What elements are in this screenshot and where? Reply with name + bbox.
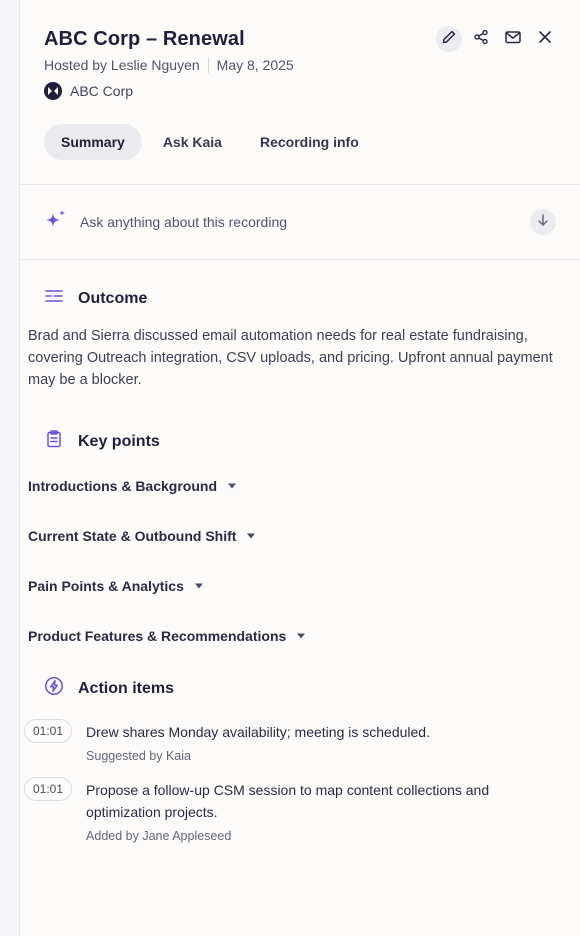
ask-submit-button[interactable]: [530, 209, 556, 235]
arrow-down-icon: [536, 213, 550, 232]
email-button[interactable]: [500, 26, 526, 52]
action-items-list: 01:01 Drew shares Monday availability; m…: [24, 719, 556, 843]
tab-ask-kaia[interactable]: Ask Kaia: [146, 124, 239, 160]
tab-summary[interactable]: Summary: [44, 124, 142, 160]
org-logo: [44, 82, 62, 100]
mail-icon: [504, 29, 522, 50]
divider-ask: [20, 259, 580, 260]
org-row: ABC Corp: [44, 82, 556, 100]
org-name[interactable]: ABC Corp: [70, 83, 133, 99]
caret-down-icon: [296, 632, 306, 640]
meta-divider: [207, 57, 209, 73]
recording-panel: ABC Corp – Renewal Hosted by Leslie Nguy…: [19, 0, 580, 936]
ask-bar: [20, 185, 580, 259]
host-label: Hosted by Leslie Nguyen: [44, 57, 200, 73]
recording-date: May 8, 2025: [216, 57, 294, 73]
action-item-body: Drew shares Monday availability; meeting…: [86, 721, 430, 763]
key-point-label: Product Features & Recommendations: [28, 628, 287, 644]
caret-down-icon: [194, 582, 204, 590]
lightning-icon: [44, 676, 64, 701]
key-point-item[interactable]: Pain Points & Analytics: [28, 576, 556, 596]
action-item-attribution: Suggested by Kaia: [86, 749, 191, 763]
outcome-title: Outcome: [78, 289, 148, 307]
outcome-heading: Outcome: [44, 288, 556, 309]
edit-button[interactable]: [436, 26, 462, 52]
ask-input[interactable]: [80, 214, 530, 230]
action-item-attribution: Added by Jane Appleseed: [86, 829, 232, 843]
close-button[interactable]: [532, 26, 558, 52]
key-point-label: Current State & Outbound Shift: [28, 528, 237, 544]
panel-header: ABC Corp – Renewal Hosted by Leslie Nguy…: [20, 0, 580, 184]
key-points-heading: Key points: [44, 429, 556, 454]
key-point-item[interactable]: Introductions & Background: [28, 476, 556, 496]
timestamp-chip[interactable]: 01:01: [24, 719, 73, 743]
recording-meta: Hosted by Leslie Nguyen May 8, 2025: [44, 57, 556, 73]
clipboard-icon: [44, 429, 64, 454]
key-points-title: Key points: [78, 432, 160, 450]
list-lines-icon: [44, 288, 64, 309]
key-point-item[interactable]: Product Features & Recommendations: [28, 626, 556, 646]
action-item-body: Propose a follow-up CSM session to map c…: [86, 779, 556, 843]
close-icon: [538, 30, 552, 49]
timestamp-chip[interactable]: 01:01: [24, 777, 73, 801]
header-actions: [436, 26, 558, 52]
key-point-item[interactable]: Current State & Outbound Shift: [28, 526, 556, 546]
outcome-text: Brad and Sierra discussed email automati…: [28, 328, 553, 388]
action-item: 01:01 Propose a follow-up CSM session to…: [24, 777, 556, 843]
action-items-title: Action items: [78, 679, 175, 697]
summary-content: Outcome Brad and Sierra discussed email …: [20, 288, 580, 843]
action-items-heading: Action items: [44, 676, 556, 701]
key-point-label: Introductions & Background: [28, 478, 217, 494]
key-point-label: Pain Points & Analytics: [28, 578, 184, 594]
key-points-list: Introductions & Background Current State…: [28, 476, 556, 646]
caret-down-icon: [227, 482, 237, 490]
action-item-text: Drew shares Monday availability; meeting…: [86, 724, 430, 740]
pencil-icon: [441, 29, 457, 50]
share-icon: [473, 29, 489, 50]
tab-bar: Summary Ask Kaia Recording info: [44, 124, 556, 184]
action-item: 01:01 Drew shares Monday availability; m…: [24, 719, 556, 763]
caret-down-icon: [246, 532, 256, 540]
share-button[interactable]: [468, 26, 494, 52]
tab-recording-info[interactable]: Recording info: [243, 124, 376, 160]
action-item-text: Propose a follow-up CSM session to map c…: [86, 782, 490, 820]
sparkle-icon: [44, 209, 68, 236]
